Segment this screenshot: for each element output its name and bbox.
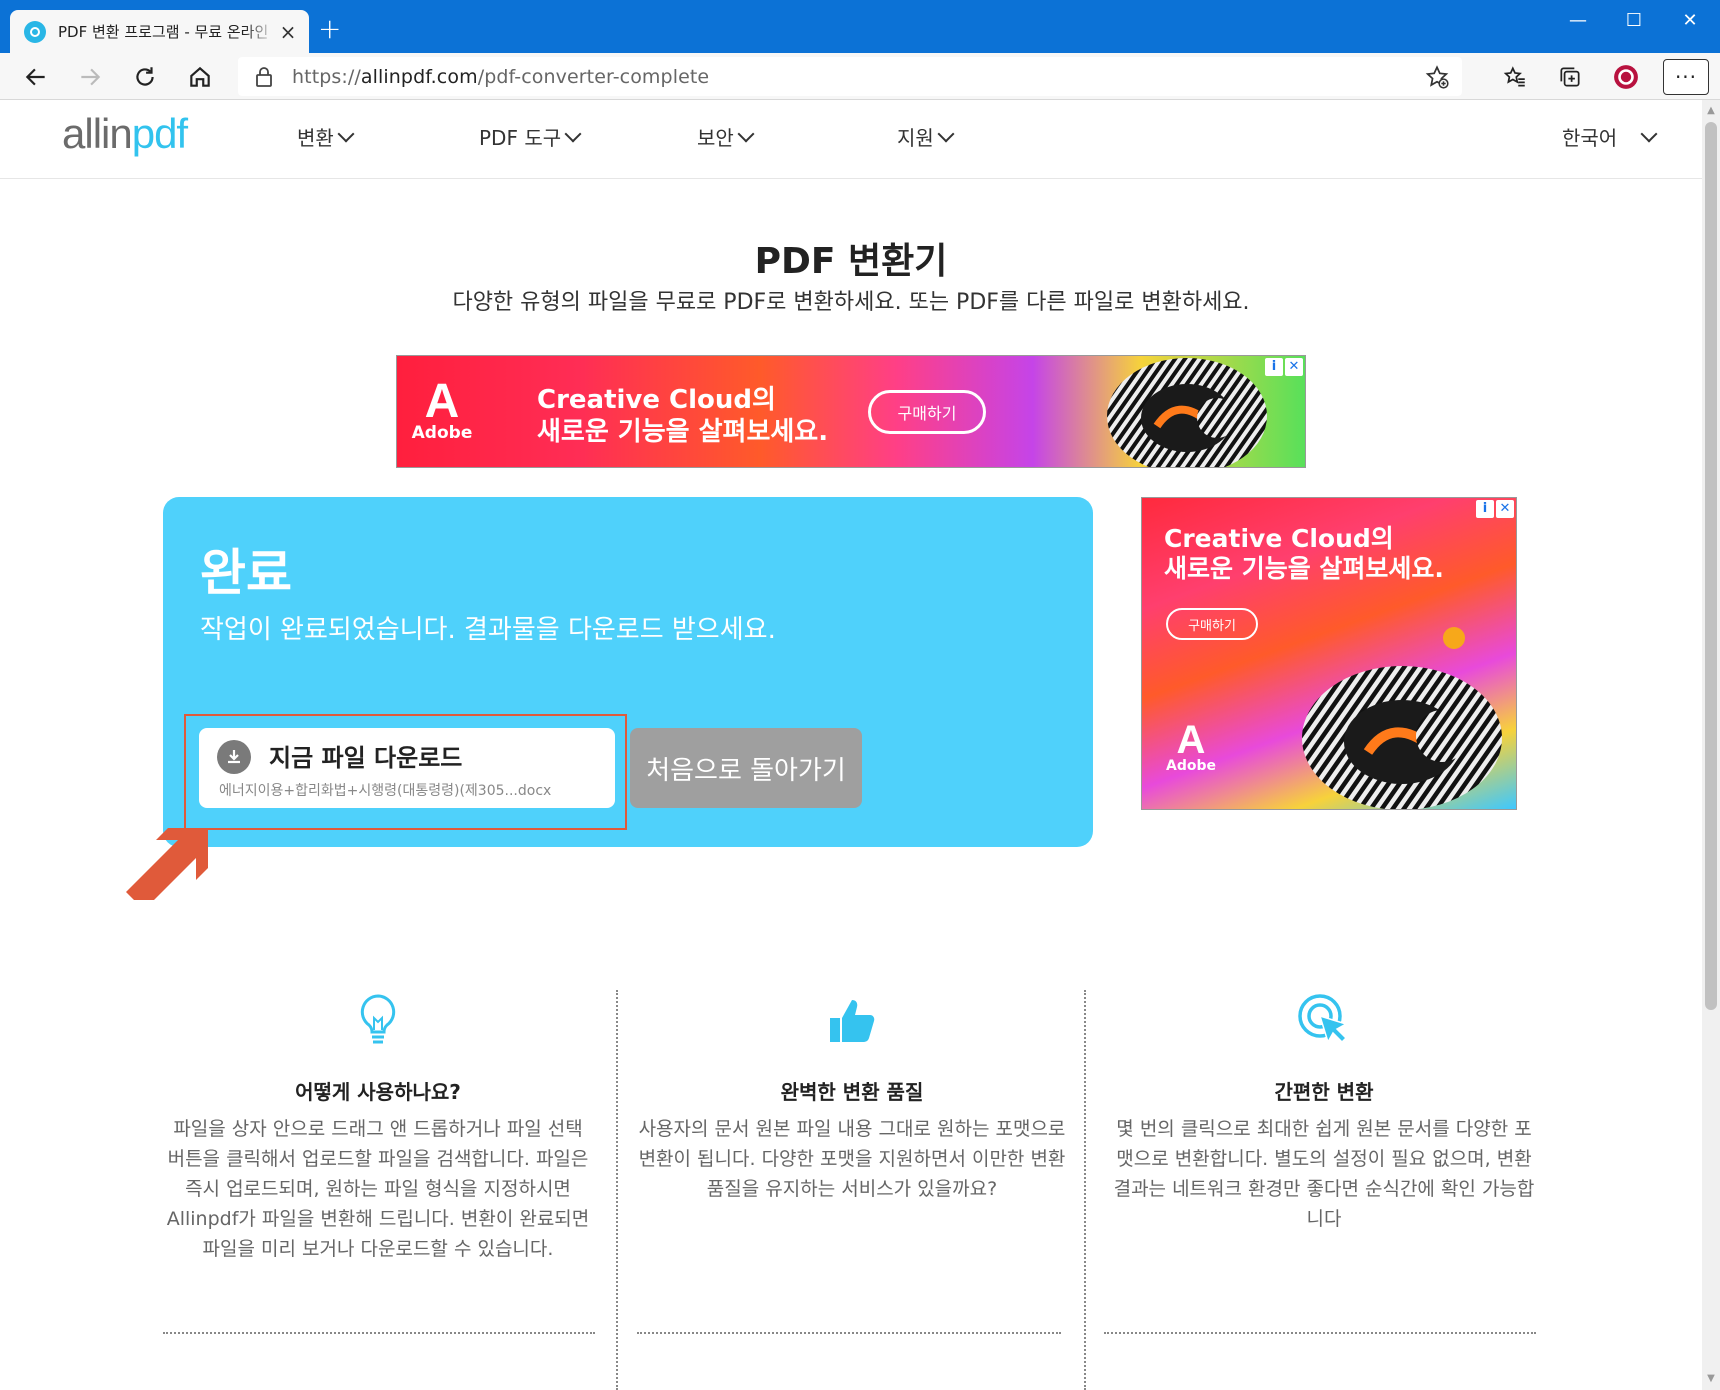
allinpdf-logo[interactable]: allinpdf xyxy=(62,110,188,158)
ad-close-icon[interactable]: ✕ xyxy=(1285,358,1303,376)
ad-banner-side[interactable]: Creative Cloud의 새로운 기능을 살펴보세요. 구매하기 A Ad… xyxy=(1141,497,1517,810)
profile-button[interactable] xyxy=(1608,59,1644,95)
chevron-down-icon xyxy=(937,125,955,142)
ad-side-headline: Creative Cloud의 새로운 기능을 살펴보세요. xyxy=(1164,524,1444,583)
feature-divider xyxy=(616,990,618,1390)
reload-button[interactable] xyxy=(127,59,163,95)
ad-buy-button[interactable]: 구매하기 xyxy=(868,390,986,434)
ad-side-artwork-icon xyxy=(1302,627,1502,809)
adobe-logo: A Adobe xyxy=(411,374,473,443)
adobe-side-logo: A Adobe xyxy=(1166,718,1216,774)
chevron-down-icon xyxy=(1640,125,1658,142)
feature-row-divider xyxy=(1104,1332,1536,1334)
ad-side-info-icon[interactable]: i xyxy=(1476,500,1494,518)
ad-banner-top[interactable]: A Adobe Creative Cloud의 새로운 기능을 살펴보세요. 구… xyxy=(396,355,1306,468)
nav-security[interactable]: 보안 xyxy=(697,122,755,151)
address-bar[interactable]: https://allinpdf.com/pdf-converter-compl… xyxy=(238,57,1462,96)
nav-pdf-tools[interactable]: PDF 도구 xyxy=(479,122,582,151)
web-page: allinpdf 변환 PDF 도구 보안 지원 한국어 PDF 변환기 다양한… xyxy=(0,100,1702,1390)
arrow-left-icon xyxy=(25,68,45,86)
settings-more-button[interactable]: ··· xyxy=(1663,59,1709,95)
arrow-right-icon xyxy=(81,68,101,86)
add-favorite-icon[interactable] xyxy=(1424,64,1450,94)
thumbs-up-icon xyxy=(830,1000,875,1042)
page-scrollbar[interactable]: ▲ ▼ xyxy=(1702,100,1720,1390)
lightbulb-icon xyxy=(360,994,396,1044)
minimize-button[interactable]: — xyxy=(1550,0,1606,40)
collections-icon xyxy=(1560,67,1580,87)
profile-avatar-icon xyxy=(1614,65,1638,89)
adobe-side-icon: A xyxy=(1176,718,1206,762)
chevron-down-icon xyxy=(737,125,755,142)
url-text[interactable]: https://allinpdf.com/pdf-converter-compl… xyxy=(292,66,709,88)
feature-divider xyxy=(1084,990,1086,1390)
feature-title: 완벽한 변환 품질 xyxy=(780,1080,924,1104)
ad-close-controls[interactable]: i ✕ xyxy=(1265,358,1303,376)
go-back-start-button[interactable]: 처음으로 돌아가기 xyxy=(630,728,862,808)
chevron-down-icon xyxy=(337,125,355,142)
scroll-up-icon[interactable]: ▲ xyxy=(1706,106,1716,116)
site-header: allinpdf 변환 PDF 도구 보안 지원 한국어 xyxy=(0,100,1702,179)
annotation-arrow-icon xyxy=(126,828,208,900)
nav-support[interactable]: 지원 xyxy=(897,122,955,151)
close-window-button[interactable]: ✕ xyxy=(1662,0,1718,40)
feature-body: 몇 번의 클릭으로 최대한 쉽게 원본 문서를 다양한 포맷으로 변환합니다. … xyxy=(1113,1118,1535,1230)
browser-titlebar: PDF 변환 프로그램 - 무료 온라인 × + — ☐ ✕ xyxy=(0,0,1720,53)
tab-title: PDF 변환 프로그램 - 무료 온라인 xyxy=(58,23,269,41)
nav-convert[interactable]: 변환 xyxy=(297,122,355,151)
ad-side-close-controls[interactable]: i ✕ xyxy=(1476,500,1514,518)
complete-subtitle: 작업이 완료되었습니다. 결과물을 다운로드 받으세요. xyxy=(200,615,776,645)
reload-icon xyxy=(136,67,154,86)
feature-body: 파일을 상자 안으로 드래그 앤 드롭하거나 파일 선택 버튼을 클릭해서 업로… xyxy=(166,1118,590,1260)
lock-icon[interactable] xyxy=(254,66,274,88)
site-favicon-icon xyxy=(24,20,46,43)
ad-headline: Creative Cloud의 새로운 기능을 살펴보세요. xyxy=(537,385,829,447)
favorites-button[interactable] xyxy=(1497,59,1533,95)
home-button[interactable] xyxy=(182,59,218,95)
feature-row-divider xyxy=(637,1332,1061,1334)
click-cursor-icon xyxy=(1298,994,1348,1044)
browser-tab[interactable]: PDF 변환 프로그램 - 무료 온라인 × xyxy=(10,10,309,53)
ad-side-buy-button[interactable]: 구매하기 xyxy=(1166,608,1258,640)
home-icon xyxy=(190,66,210,87)
annotation-highlight-box xyxy=(184,714,627,830)
page-title: PDF 변환기 xyxy=(754,241,948,282)
scroll-thumb[interactable] xyxy=(1705,122,1717,1010)
ad-side-close-icon[interactable]: ✕ xyxy=(1496,500,1514,518)
feature-row-divider xyxy=(163,1332,595,1334)
language-selector[interactable]: 한국어 xyxy=(1562,122,1658,151)
feature-title: 간편한 변환 xyxy=(1274,1080,1374,1104)
chevron-down-icon xyxy=(564,125,582,142)
browser-toolbar: https://allinpdf.com/pdf-converter-compl… xyxy=(0,53,1720,100)
collections-button[interactable] xyxy=(1552,59,1588,95)
feature-title: 어떻게 사용하나요? xyxy=(295,1080,461,1104)
complete-title: 완료 xyxy=(200,544,292,602)
back-button[interactable] xyxy=(18,59,54,95)
maximize-button[interactable]: ☐ xyxy=(1606,0,1662,40)
adobe-icon: A xyxy=(424,374,460,428)
favorites-icon xyxy=(1503,66,1525,87)
new-tab-button[interactable]: + xyxy=(318,14,341,44)
feature-body: 사용자의 문서 원본 파일 내용 그대로 원하는 포맷으로 변환이 됩니다. 다… xyxy=(638,1118,1066,1200)
scroll-down-icon[interactable]: ▼ xyxy=(1706,1374,1716,1384)
tab-close-icon[interactable]: × xyxy=(277,21,299,43)
features-section: 어떻게 사용하나요? 파일을 상자 안으로 드래그 앤 드롭하거나 파일 선택 … xyxy=(0,990,1702,1390)
page-subtitle: 다양한 유형의 파일을 무료로 PDF로 변환하세요. 또는 PDF를 다른 파… xyxy=(452,290,1250,315)
ad-info-icon[interactable]: i xyxy=(1265,358,1283,376)
forward-button[interactable] xyxy=(72,59,108,95)
